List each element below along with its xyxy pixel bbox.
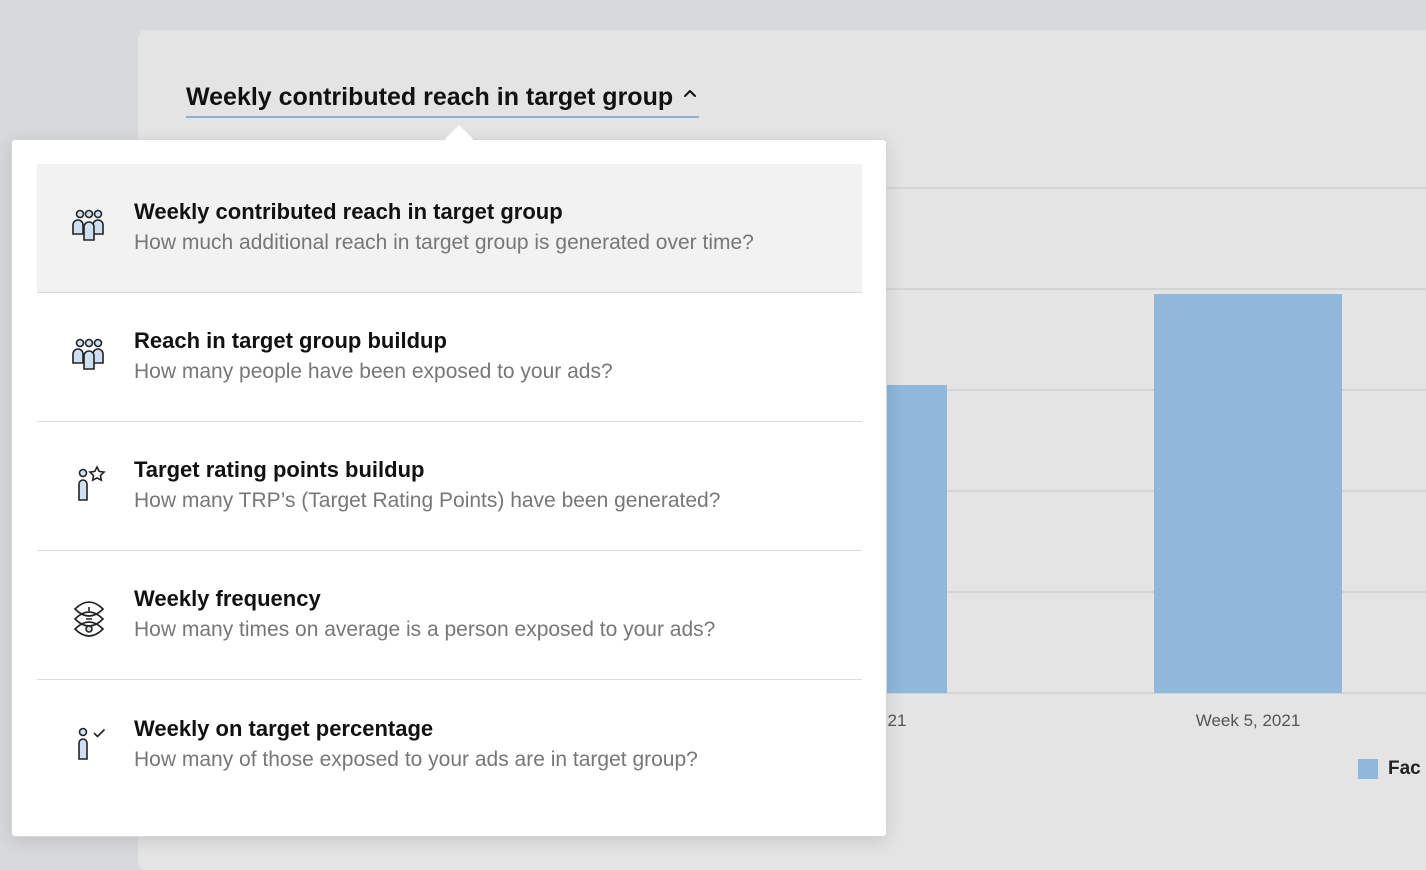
metric-option-description: How many TRP’s (Target Rating Points) ha… xyxy=(134,489,721,512)
metric-option-description: How many of those exposed to your ads ar… xyxy=(134,747,698,771)
legend-swatch xyxy=(1358,759,1378,779)
frequency-icon xyxy=(59,585,119,645)
metric-dropdown-trigger[interactable]: Weekly contributed reach in target group xyxy=(186,80,700,118)
metric-option-title: Weekly on target percentage xyxy=(134,715,434,741)
metric-option-title: Reach in target group buildup xyxy=(134,328,447,353)
group-icon xyxy=(59,198,119,258)
group-icon xyxy=(59,327,119,387)
metric-option[interactable]: Weekly contributed reach in target group… xyxy=(37,164,862,293)
legend-label: Fac xyxy=(1388,758,1421,779)
metric-option[interactable]: Weekly frequency How many times on averag… xyxy=(37,551,862,680)
metric-option-description: How many times on average is a person ex… xyxy=(134,618,716,641)
metric-option-title: Weekly contributed reach in target group xyxy=(134,199,563,224)
metric-option[interactable]: Target rating points buildup How many TRP… xyxy=(37,422,862,551)
metric-dropdown-menu: Weekly contributed reach in target group… xyxy=(11,124,887,837)
person-star-icon xyxy=(59,456,119,516)
metric-option-title: Weekly frequency xyxy=(134,586,321,611)
metric-option-description: How much additional reach in target grou… xyxy=(134,231,754,254)
person-check-icon xyxy=(59,715,119,775)
chevron-up-icon xyxy=(684,90,697,97)
metric-option[interactable]: Reach in target group buildup How many pe… xyxy=(37,293,862,422)
metric-option-description: How many people have been exposed to you… xyxy=(134,360,613,383)
selected-metric-label: Weekly contributed reach in target group xyxy=(186,83,674,111)
metric-option-title: Target rating points buildup xyxy=(134,457,425,482)
metric-option[interactable]: Weekly on target percentage How many of t… xyxy=(37,680,862,809)
chart-legend: Fac xyxy=(1358,758,1421,780)
